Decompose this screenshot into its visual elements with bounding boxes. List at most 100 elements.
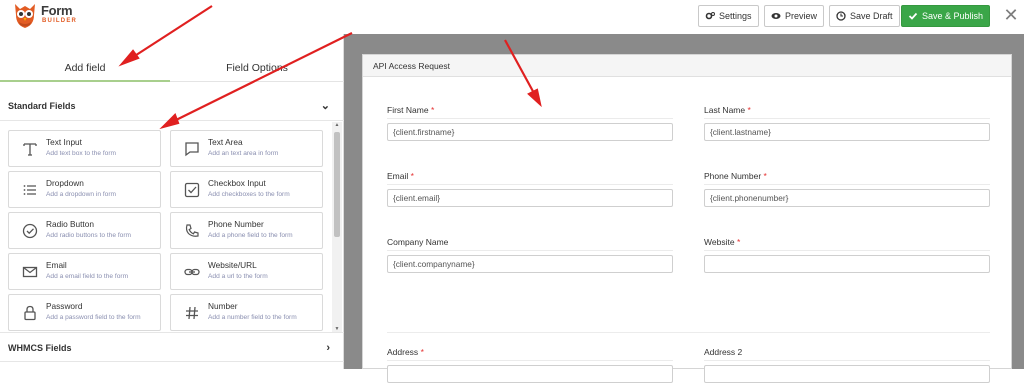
eye-icon [771,13,781,19]
field-card-checkbox-input[interactable]: Checkbox Input Add checkboxes to the for… [170,171,323,208]
field-list-scrollbar[interactable]: ▲ ▼ [332,122,342,332]
lock-icon [24,305,36,321]
label-underline [387,118,673,119]
standard-fields-title: Standard Fields [8,101,76,111]
field-palette-panel: Add field Field Options Standard Fields … [0,34,344,369]
phone-number-input[interactable]: {client.phonenumber} [704,189,990,207]
chevron-down-icon: ⌄ [320,100,330,112]
field-card-title: Text Input [46,137,82,147]
field-card-phone-number[interactable]: Phone Number Add a phone field to the fo… [170,212,323,249]
phone-number-label: Phone Number * [704,171,767,181]
address-label: Address * [387,347,424,357]
last-name-input[interactable]: {client.lastname} [704,123,990,141]
address-2-label: Address 2 [704,347,743,357]
clock-icon [836,11,846,21]
field-card-desc: Add text box to the form [46,150,117,157]
gears-icon [705,12,715,20]
field-card-title: Dropdown [46,178,84,188]
standard-fields-list: Text Input Add text box to the form Text… [0,124,344,332]
field-card-desc: Add a url to the form [208,273,268,280]
envelope-icon [22,266,38,278]
email-label: Email * [387,171,414,181]
phone-icon [185,224,199,237]
field-card-desc: Add checkboxes to the form [208,191,290,198]
label-underline [387,184,673,185]
checkbox-icon [184,182,200,198]
field-card-desc: Add radio buttons to the form [46,232,132,239]
close-icon[interactable]: ✕ [1003,5,1019,25]
field-card-email[interactable]: Email Add a email field to the form [8,253,161,290]
whmcs-fields-header[interactable]: WHMCS Fields › [0,332,344,362]
company-name-input[interactable]: {client.companyname} [387,255,673,273]
tab-field-options[interactable]: Field Options [170,54,344,82]
label-underline [387,250,673,251]
last-name-label: Last Name * [704,105,751,115]
save-publish-button[interactable]: Save & Publish [901,5,991,27]
first-name-label: First Name * [387,105,435,115]
scroll-up-arrow-icon[interactable]: ▲ [332,122,342,128]
label-underline [704,184,990,185]
email-input[interactable]: {client.email} [387,189,673,207]
radio-check-icon [22,223,38,239]
field-card-title: Password [46,301,83,311]
chevron-right-icon: › [326,342,330,354]
label-underline [387,360,673,361]
list-icon [23,185,36,195]
link-icon [184,268,200,276]
field-card-radio-button[interactable]: Radio Button Add radio buttons to the fo… [8,212,161,249]
field-card-title: Number [208,301,238,311]
hash-icon [186,306,198,320]
whmcs-fields-title: WHMCS Fields [8,343,72,353]
field-card-title: Text Area [208,137,243,147]
check-icon [908,12,918,20]
section-divider [387,332,990,333]
panel-tabs: Add field Field Options [0,54,344,82]
scrollbar-thumb[interactable] [334,132,340,237]
field-card-desc: Add a email field to the form [46,273,129,280]
preview-button[interactable]: Preview [764,5,825,27]
form-title-bar: API Access Request [363,55,1011,77]
form-builder-logo: Form BUILDER [12,1,92,29]
website-label: Website * [704,237,741,247]
settings-label: Settings [719,11,752,21]
form-preview: API Access Request First Name * {client.… [362,54,1012,383]
field-card-dropdown[interactable]: Dropdown Add a dropdown in form [8,171,161,208]
field-card-title: Email [46,260,67,270]
field-card-number[interactable]: Number Add a number field to the form [170,294,323,331]
field-card-desc: Add an text area in form [208,150,279,157]
first-name-input[interactable]: {client.firstname} [387,123,673,141]
owl-logo-icon [15,4,35,28]
form-canvas: API Access Request First Name * {client.… [344,34,1024,383]
save-draft-label: Save Draft [850,11,893,21]
save-draft-button[interactable]: Save Draft [829,5,900,27]
field-card-desc: Add a password field to the form [46,314,141,321]
field-card-title: Website/URL [208,260,257,270]
field-card-desc: Add a number field to the form [208,314,297,321]
settings-button[interactable]: Settings [698,5,759,27]
label-underline [704,250,990,251]
field-card-title: Checkbox Input [208,178,266,188]
field-card-title: Radio Button [46,219,94,229]
label-underline [704,360,990,361]
field-card-desc: Add a dropdown in form [46,191,117,198]
save-publish-label: Save & Publish [922,11,984,21]
text-icon [23,143,37,156]
field-card-password[interactable]: Password Add a password field to the for… [8,294,161,331]
logo-sub-text: BUILDER [42,18,78,24]
website-input[interactable] [704,255,990,273]
address-2-input[interactable] [704,365,990,383]
field-card-text-area[interactable]: Text Area Add an text area in form [170,130,323,167]
logo-brand-text: Form [41,3,73,18]
field-card-desc: Add a phone field to the form [208,232,293,239]
tab-add-field[interactable]: Add field [0,54,170,82]
preview-label: Preview [785,11,818,21]
address-input[interactable] [387,365,673,383]
label-underline [704,118,990,119]
field-card-text-input[interactable]: Text Input Add text box to the form [8,130,161,167]
field-card-website-url[interactable]: Website/URL Add a url to the form [170,253,323,290]
standard-fields-header[interactable]: Standard Fields ⌄ [0,91,344,121]
speech-bubble-icon [185,142,199,157]
top-bar: Form BUILDER Settings Preview Save Draft… [0,0,1024,34]
field-card-title: Phone Number [208,219,264,229]
company-name-label: Company Name [387,237,449,247]
